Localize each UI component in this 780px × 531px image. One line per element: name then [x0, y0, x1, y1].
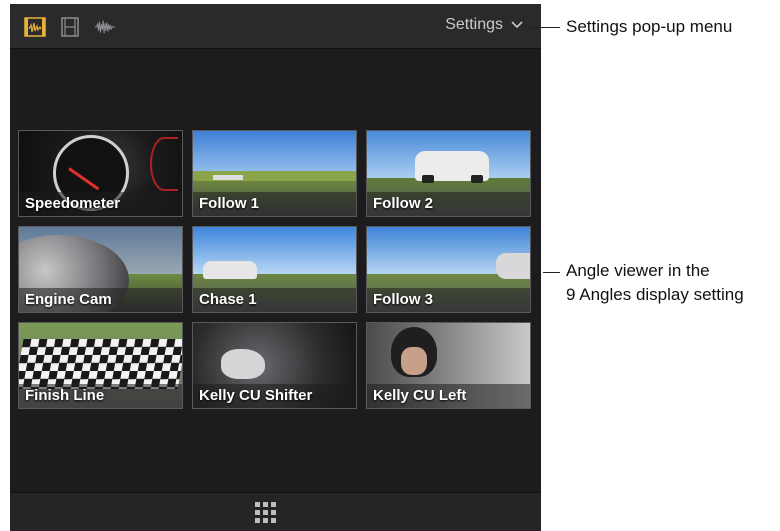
- callout-settings-menu: Settings pop-up menu: [566, 17, 733, 36]
- angle-label: Finish Line: [25, 387, 105, 404]
- angle-tile-finish-line[interactable]: Finish Line: [18, 322, 183, 409]
- angle-viewer-toolbar: Settings: [10, 4, 541, 49]
- angle-tile-follow-2[interactable]: Follow 2: [366, 130, 531, 217]
- angle-label: Engine Cam: [25, 291, 112, 308]
- video-audio-icon[interactable]: [24, 17, 46, 37]
- angle-tile-follow-1[interactable]: Follow 1: [192, 130, 357, 217]
- gauge-arc: [150, 137, 178, 191]
- angle-tile-engine-cam[interactable]: Engine Cam: [18, 226, 183, 313]
- angle-tile-kelly-cu-left[interactable]: Kelly CU Left: [366, 322, 531, 409]
- angle-label: Chase 1: [199, 291, 257, 308]
- face-shape: [401, 347, 427, 375]
- angle-label: Follow 1: [199, 195, 259, 212]
- car-shape: [203, 261, 257, 279]
- settings-popup-menu[interactable]: Settings: [445, 16, 523, 34]
- angle-label: Kelly CU Shifter: [199, 387, 313, 404]
- car-shape: [496, 253, 530, 279]
- callout-angle-viewer-line1: Angle viewer in the: [566, 261, 710, 280]
- audio-waveform-icon[interactable]: [94, 17, 116, 37]
- callout-angle-viewer-line2: 9 Angles display setting: [566, 285, 744, 304]
- angle-label: Speedometer: [25, 195, 121, 212]
- angle-tile-follow-3[interactable]: Follow 3: [366, 226, 531, 313]
- video-only-icon[interactable]: [59, 17, 81, 37]
- angle-viewer-panel: Settings Speedometer Follow 1 Follow 2 E…: [10, 4, 541, 531]
- hand-shape: [221, 349, 265, 379]
- angle-label: Follow 2: [373, 195, 433, 212]
- callout-line-settings: [528, 27, 560, 28]
- callout-line-angle-viewer: [543, 272, 560, 273]
- checkered-flag-pattern: [19, 339, 182, 389]
- angle-tile-chase-1[interactable]: Chase 1: [192, 226, 357, 313]
- angle-viewer-bottombar: [10, 492, 541, 531]
- grid-icon[interactable]: [255, 502, 276, 523]
- settings-label: Settings: [445, 16, 503, 33]
- chevron-down-icon: [511, 16, 523, 34]
- angle-tile-kelly-cu-shifter[interactable]: Kelly CU Shifter: [192, 322, 357, 409]
- angle-label: Follow 3: [373, 291, 433, 308]
- angle-tile-speedometer[interactable]: Speedometer: [18, 130, 183, 217]
- angle-label: Kelly CU Left: [373, 387, 467, 404]
